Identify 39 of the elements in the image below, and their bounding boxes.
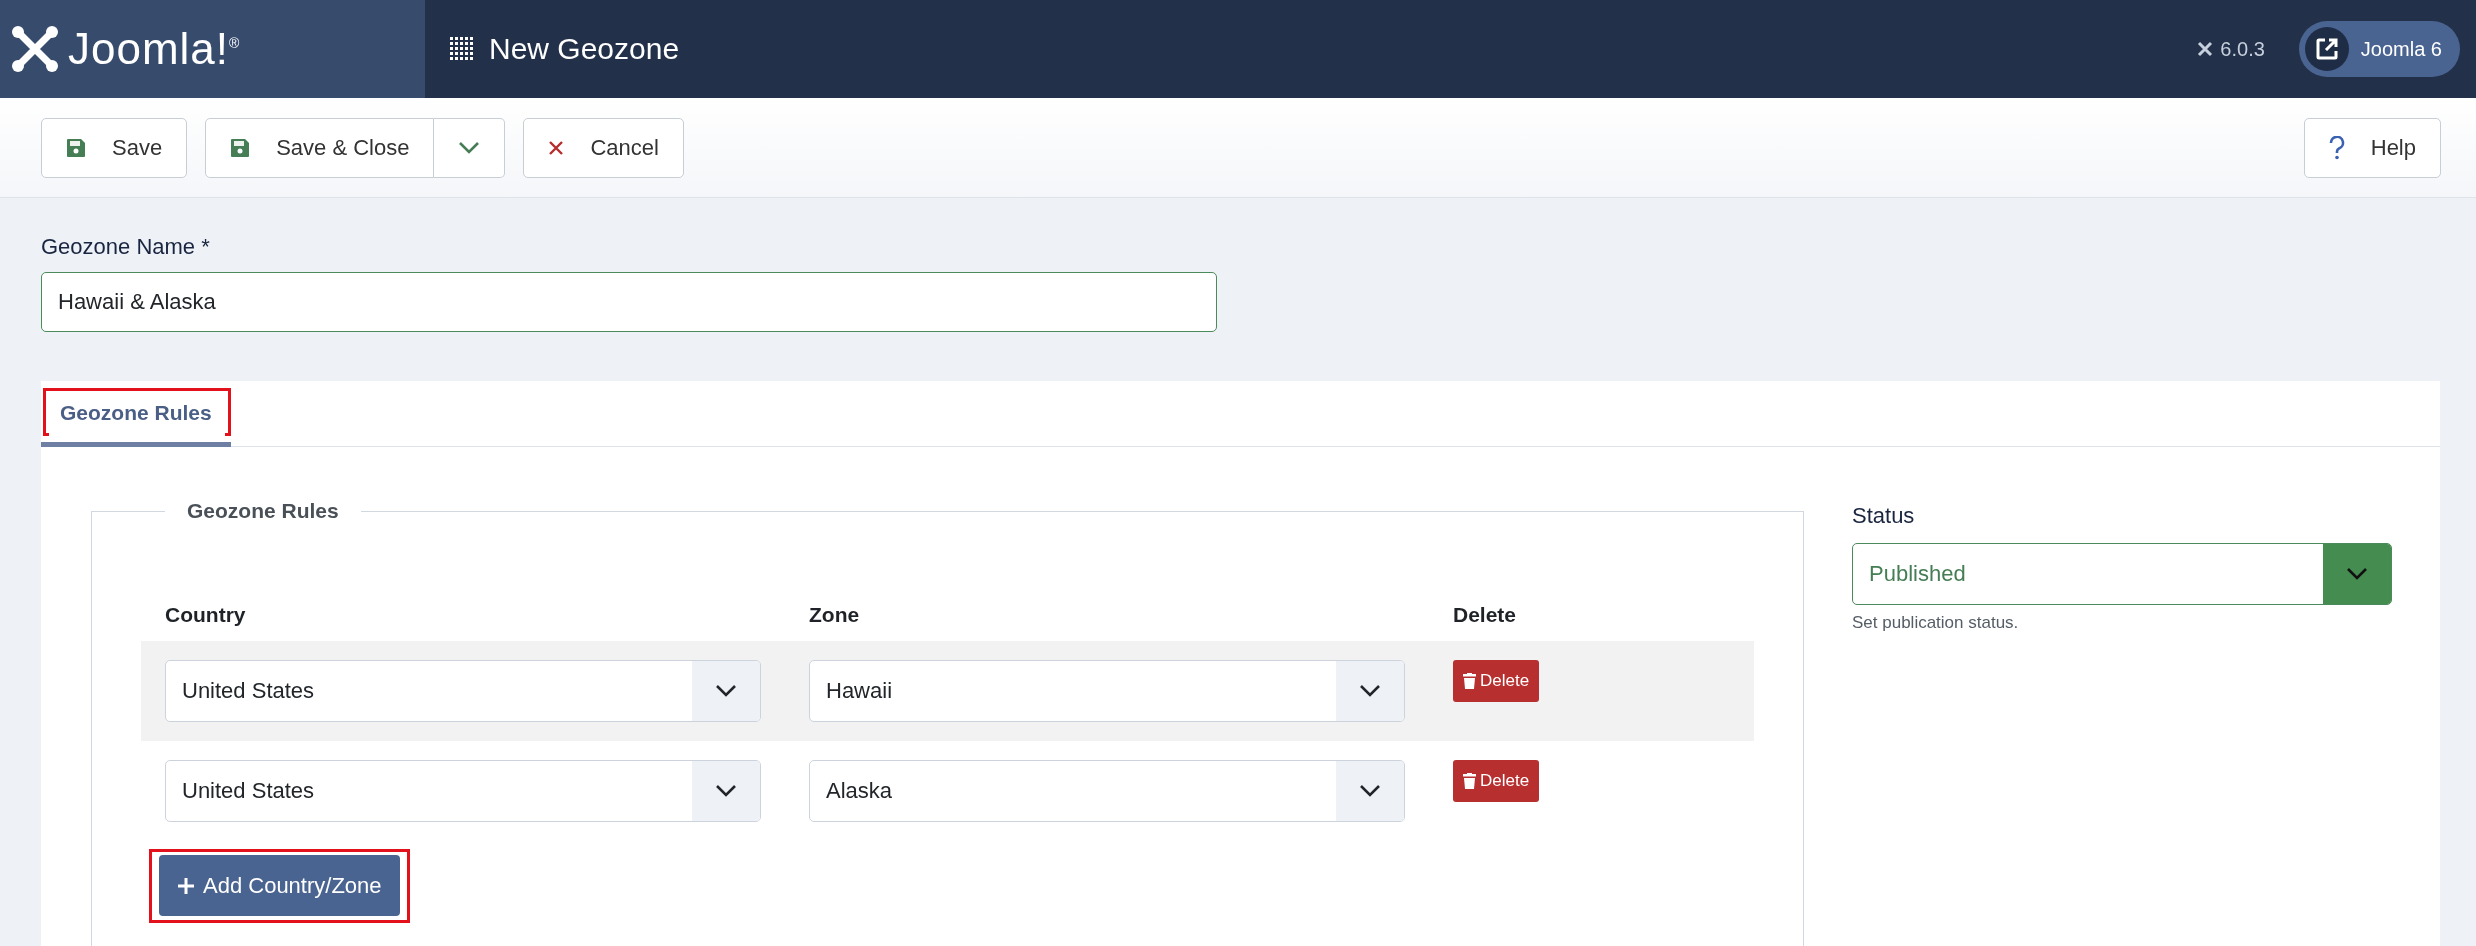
delete-button[interactable]: Delete: [1453, 760, 1540, 802]
trash-icon: [1463, 673, 1476, 689]
country-select[interactable]: United States: [165, 760, 761, 822]
page-title: New Geozone: [489, 32, 680, 66]
help-button[interactable]: Help: [2303, 117, 2441, 178]
country-select[interactable]: United States: [165, 660, 761, 722]
add-country-zone-button[interactable]: Add Country/Zone: [159, 855, 400, 916]
plus-icon: [177, 876, 195, 895]
delete-button[interactable]: Delete: [1453, 660, 1540, 702]
field-label: Status: [1852, 503, 1916, 529]
trash-icon: [1463, 773, 1476, 789]
cancel-button[interactable]: Cancel: [523, 117, 684, 178]
zone-select[interactable]: Hawaii: [809, 660, 1405, 722]
chevron-down-icon: [1359, 684, 1381, 698]
external-link-icon: [2314, 37, 2339, 61]
logo-wordmark: Joomla!$^{®}$: [68, 24, 241, 74]
column-header: Country: [141, 589, 785, 641]
zone-select[interactable]: Alaska: [809, 760, 1405, 822]
field-label: Geozone Name *: [41, 234, 211, 260]
save-button[interactable]: Save: [41, 117, 188, 178]
chevron-down-icon: [1359, 784, 1381, 798]
status-select[interactable]: Published: [1852, 543, 2392, 605]
geozone-name-input[interactable]: Hawaii & Alaska: [41, 272, 1217, 332]
question-mark-icon: [2328, 135, 2345, 160]
site-link-button[interactable]: Joomla 6: [2298, 21, 2460, 77]
grid-icon: [449, 36, 475, 62]
version-label: 6.0.3: [2220, 37, 2265, 61]
chevron-down-icon: [715, 684, 737, 698]
help-text: Set publication status.: [1852, 613, 2020, 633]
chevron-down-icon: [2346, 567, 2368, 581]
logo-area[interactable]: Joomla!$^{®}$: [0, 0, 425, 98]
save-close-button[interactable]: Save & Close: [205, 117, 435, 178]
column-header: Zone: [785, 589, 1429, 641]
chevron-down-icon: [715, 784, 737, 798]
dropdown-toggle-button[interactable]: [434, 117, 506, 178]
column-header: Delete: [1429, 589, 1754, 641]
close-icon: [548, 139, 565, 156]
chevron-down-icon: [458, 140, 481, 155]
fieldset-legend: Geozone Rules: [165, 499, 361, 523]
